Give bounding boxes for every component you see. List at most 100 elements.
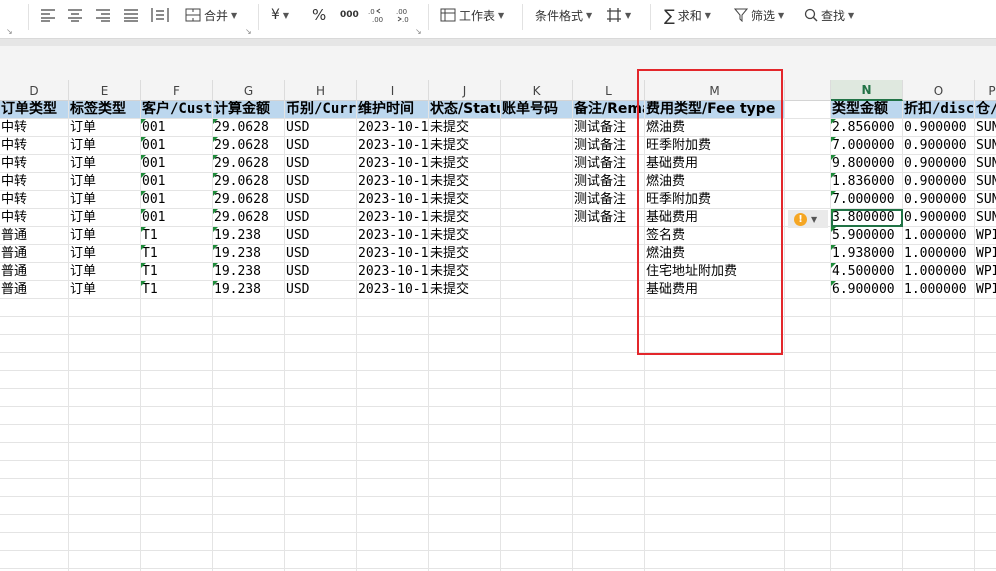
table-cell[interactable]: 订单 bbox=[69, 191, 141, 209]
table-cell[interactable]: 订单 bbox=[69, 245, 141, 263]
table-cell[interactable] bbox=[357, 497, 429, 515]
table-cell[interactable] bbox=[501, 173, 573, 191]
table-cell[interactable] bbox=[975, 533, 996, 551]
table-cell[interactable]: 基础费用 bbox=[645, 281, 785, 299]
table-cell[interactable]: 0.900000 bbox=[903, 173, 975, 191]
table-cell[interactable]: T1 bbox=[141, 245, 213, 263]
table-cell[interactable]: 2023-10-1 bbox=[357, 245, 429, 263]
table-cell[interactable] bbox=[573, 461, 645, 479]
table-cell[interactable] bbox=[501, 209, 573, 227]
table-cell[interactable] bbox=[975, 461, 996, 479]
table-cell[interactable]: 7.000000 bbox=[831, 137, 903, 155]
table-cell[interactable] bbox=[501, 479, 573, 497]
table-cell[interactable] bbox=[501, 551, 573, 569]
table-cell[interactable]: 29.0628 bbox=[213, 209, 285, 227]
table-cell[interactable] bbox=[573, 389, 645, 407]
table-cell[interactable] bbox=[645, 371, 785, 389]
table-cell[interactable] bbox=[785, 155, 831, 173]
table-cell[interactable]: 2023-10-1 bbox=[357, 173, 429, 191]
table-cell[interactable] bbox=[357, 371, 429, 389]
table-cell[interactable] bbox=[645, 497, 785, 515]
table-cell[interactable] bbox=[501, 335, 573, 353]
header-cell[interactable]: 费用类型/Fee type bbox=[645, 101, 785, 119]
table-cell[interactable] bbox=[0, 335, 69, 353]
table-cell[interactable] bbox=[357, 335, 429, 353]
table-cell[interactable]: SUN bbox=[975, 137, 996, 155]
table-cell[interactable] bbox=[357, 515, 429, 533]
table-cell[interactable] bbox=[501, 191, 573, 209]
table-cell[interactable]: 2023-10-1 bbox=[357, 209, 429, 227]
table-cell[interactable] bbox=[831, 533, 903, 551]
table-cell[interactable] bbox=[573, 245, 645, 263]
table-cell[interactable] bbox=[501, 281, 573, 299]
table-cell[interactable] bbox=[501, 389, 573, 407]
table-cell[interactable] bbox=[831, 497, 903, 515]
table-cell[interactable] bbox=[903, 551, 975, 569]
table-cell[interactable]: 0.900000 bbox=[903, 191, 975, 209]
table-cell[interactable] bbox=[903, 389, 975, 407]
table-cell[interactable] bbox=[429, 335, 501, 353]
table-cell[interactable] bbox=[285, 551, 357, 569]
table-cell[interactable] bbox=[285, 515, 357, 533]
table-cell[interactable] bbox=[573, 227, 645, 245]
table-cell[interactable]: 未提交 bbox=[429, 281, 501, 299]
table-cell[interactable] bbox=[785, 425, 831, 443]
table-cell[interactable]: 29.0628 bbox=[213, 191, 285, 209]
table-cell[interactable]: 测试备注 bbox=[573, 155, 645, 173]
table-cell[interactable] bbox=[785, 335, 831, 353]
table-cell[interactable] bbox=[645, 335, 785, 353]
table-cell[interactable] bbox=[141, 317, 213, 335]
table-cell[interactable]: 2023-10-1 bbox=[357, 227, 429, 245]
table-cell[interactable]: 未提交 bbox=[429, 209, 501, 227]
table-cell[interactable] bbox=[213, 317, 285, 335]
table-cell[interactable] bbox=[645, 425, 785, 443]
table-cell[interactable] bbox=[141, 425, 213, 443]
table-cell[interactable] bbox=[785, 407, 831, 425]
table-cell[interactable] bbox=[285, 389, 357, 407]
table-cell[interactable]: 未提交 bbox=[429, 137, 501, 155]
table-cell[interactable]: 001 bbox=[141, 155, 213, 173]
table-cell[interactable]: 订单 bbox=[69, 281, 141, 299]
column-header-m[interactable]: M bbox=[645, 80, 785, 101]
table-cell[interactable]: 旺季附加费 bbox=[645, 137, 785, 155]
header-cell[interactable]: 备注/Remark bbox=[573, 101, 645, 119]
filter-button[interactable]: 筛选 ▼ bbox=[734, 4, 784, 26]
table-cell[interactable]: 001 bbox=[141, 209, 213, 227]
table-cell[interactable] bbox=[903, 443, 975, 461]
table-cell[interactable] bbox=[785, 227, 831, 245]
table-cell[interactable] bbox=[645, 479, 785, 497]
table-cell[interactable]: 2023-10-1 bbox=[357, 137, 429, 155]
table-cell[interactable] bbox=[213, 497, 285, 515]
table-cell[interactable]: 2023-10-1 bbox=[357, 263, 429, 281]
table-cell[interactable] bbox=[785, 515, 831, 533]
table-cell[interactable]: 测试备注 bbox=[573, 119, 645, 137]
table-cell[interactable] bbox=[831, 515, 903, 533]
table-cell[interactable] bbox=[785, 281, 831, 299]
column-header-d[interactable]: D bbox=[0, 80, 69, 101]
table-cell[interactable] bbox=[645, 443, 785, 461]
table-cell[interactable]: 未提交 bbox=[429, 191, 501, 209]
table-cell[interactable] bbox=[975, 479, 996, 497]
table-cell[interactable] bbox=[213, 551, 285, 569]
table-cell[interactable] bbox=[903, 317, 975, 335]
table-cell[interactable] bbox=[903, 497, 975, 515]
currency-format-button[interactable]: ¥ ▼ bbox=[271, 4, 289, 26]
table-cell[interactable] bbox=[141, 533, 213, 551]
table-cell[interactable] bbox=[573, 407, 645, 425]
column-header-gap[interactable] bbox=[785, 80, 831, 101]
header-cell[interactable]: 仓/ bbox=[975, 101, 996, 119]
table-cell[interactable] bbox=[785, 443, 831, 461]
table-cell[interactable] bbox=[429, 407, 501, 425]
table-cell[interactable] bbox=[141, 389, 213, 407]
table-cell[interactable]: 1.000000 bbox=[903, 281, 975, 299]
table-cell[interactable] bbox=[573, 299, 645, 317]
percent-format-button[interactable]: % bbox=[312, 4, 326, 26]
header-cell[interactable]: 账单号码 bbox=[501, 101, 573, 119]
table-cell[interactable] bbox=[213, 353, 285, 371]
table-cell[interactable] bbox=[141, 335, 213, 353]
table-cell[interactable] bbox=[141, 461, 213, 479]
table-cell[interactable] bbox=[357, 425, 429, 443]
table-cell[interactable] bbox=[357, 317, 429, 335]
table-cell[interactable]: 中转 bbox=[0, 155, 69, 173]
align-left-button[interactable] bbox=[40, 4, 56, 26]
